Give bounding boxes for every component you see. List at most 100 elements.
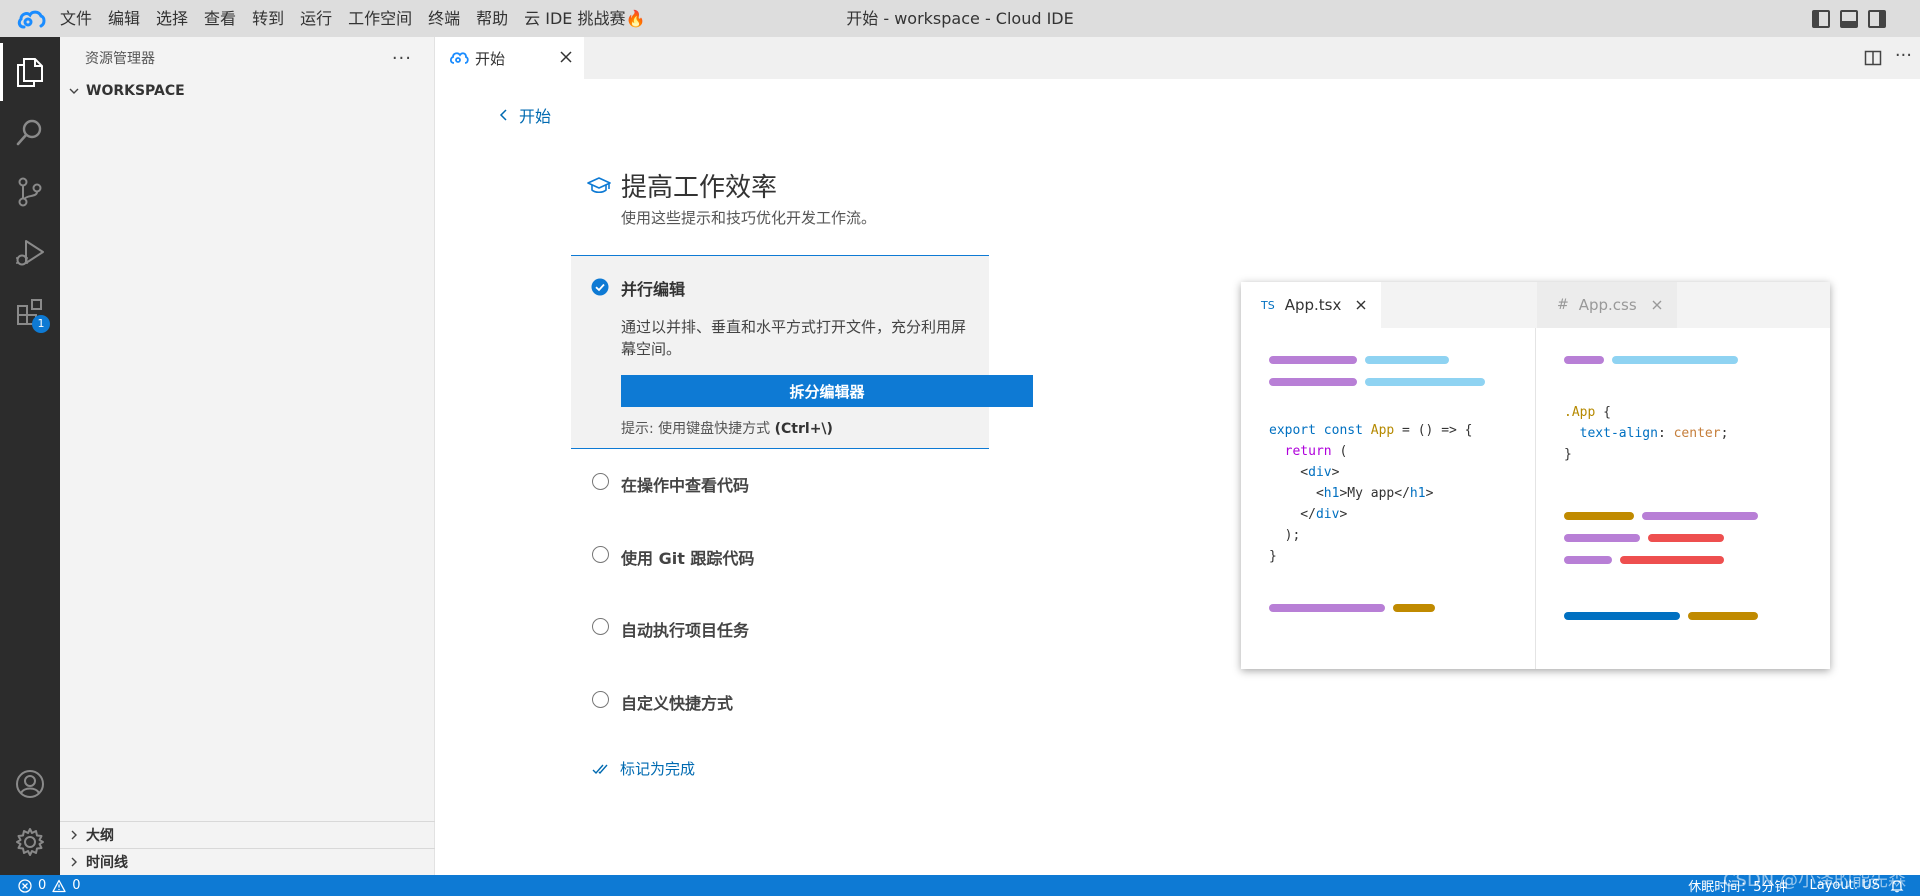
- menu-bar: 文件 编辑 选择 查看 转到 运行 工作空间 终端 帮助 云 IDE 挑战赛🔥: [52, 0, 653, 37]
- tab-welcome[interactable]: 开始: [435, 37, 584, 79]
- css-hash-icon: #: [1557, 297, 1569, 313]
- code-token: return: [1284, 444, 1332, 459]
- code-placeholder-bar: [1688, 612, 1758, 620]
- account-icon[interactable]: [0, 755, 60, 813]
- code-token: (: [1331, 444, 1348, 459]
- typescript-icon: TS: [1261, 298, 1275, 312]
- radio-unchecked-icon: [592, 691, 609, 708]
- code-token: My app: [1347, 486, 1395, 501]
- code-token: = () => {: [1394, 423, 1473, 438]
- sidebar-header: 资源管理器 ···: [60, 37, 434, 79]
- warning-count: 0: [72, 878, 81, 893]
- code-placeholder-bar: [1564, 556, 1612, 564]
- menu-help[interactable]: 帮助: [468, 0, 516, 37]
- step-title: 并行编辑: [621, 280, 686, 299]
- preview-tab-app-css: # App.css: [1537, 282, 1677, 328]
- step-customize-shortcuts[interactable]: 自定义快捷方式: [571, 682, 989, 718]
- code-placeholder-bar: [1564, 534, 1640, 542]
- toggle-primary-sidebar-icon[interactable]: [1812, 9, 1830, 28]
- error-icon: [18, 878, 32, 893]
- code-token: App: [1370, 423, 1395, 438]
- split-editor-button[interactable]: 拆分编辑器: [621, 375, 1033, 407]
- menu-go[interactable]: 转到: [244, 0, 292, 37]
- radio-unchecked-icon: [592, 546, 609, 563]
- code-token: center: [1673, 426, 1721, 441]
- hint-text: 提示: 使用键盘快捷方式: [621, 421, 775, 437]
- workspace-folder-header[interactable]: WORKSPACE: [60, 79, 434, 103]
- code-token: }: [1564, 447, 1572, 462]
- mark-done-label: 标记为完成: [620, 760, 696, 778]
- menu-file[interactable]: 文件: [52, 0, 100, 37]
- close-icon[interactable]: [558, 49, 574, 65]
- code-placeholder-bar: [1564, 356, 1604, 364]
- workspace-label: WORKSPACE: [86, 83, 185, 99]
- sidebar-bottom-sections: 大纲 时间线: [60, 821, 435, 875]
- preview-tab-app-tsx: TS App.tsx: [1241, 282, 1381, 328]
- menu-terminal[interactable]: 终端: [420, 0, 468, 37]
- cloud-ide-logo-icon[interactable]: [10, 0, 52, 37]
- step-automate-tasks[interactable]: 自动执行项目任务: [571, 609, 989, 645]
- cloud-icon: [449, 52, 469, 64]
- run-debug-icon[interactable]: [0, 223, 60, 281]
- code-placeholder-bar: [1393, 604, 1435, 612]
- error-count: 0: [38, 878, 47, 893]
- outline-section-header[interactable]: 大纲: [60, 821, 435, 848]
- sidebar-more-actions-icon[interactable]: ···: [392, 48, 412, 69]
- menu-selection[interactable]: 选择: [148, 0, 196, 37]
- outline-label: 大纲: [86, 828, 114, 844]
- code-placeholder-bar: [1620, 556, 1724, 564]
- explorer-icon[interactable]: [0, 43, 60, 101]
- search-icon[interactable]: [0, 103, 60, 161]
- hint-keys: (Ctrl+\): [774, 421, 833, 437]
- preview-split-divider: [1535, 328, 1536, 669]
- double-check-icon: [592, 764, 608, 774]
- code-placeholder-bar: [1269, 356, 1357, 364]
- settings-gear-icon[interactable]: [0, 813, 60, 871]
- menu-challenge[interactable]: 云 IDE 挑战赛🔥: [516, 0, 653, 37]
- code-placeholder-bar: [1612, 356, 1738, 364]
- code-placeholder-bar: [1564, 512, 1634, 520]
- checkmark-circle-icon: [591, 278, 609, 296]
- toggle-panel-icon[interactable]: [1840, 9, 1858, 28]
- code-placeholder-bar: [1564, 612, 1680, 620]
- step-side-by-side-editing[interactable]: 并行编辑 通过以并排、垂直和水平方式打开文件，充分利用屏幕空间。 拆分编辑器 提…: [571, 255, 1033, 449]
- layout-controls: [1812, 0, 1886, 37]
- extensions-badge: 1: [32, 315, 50, 333]
- walkthrough-heading: 提高工作效率: [587, 167, 777, 204]
- mark-done-link[interactable]: 标记为完成: [592, 758, 695, 779]
- timeline-section-header[interactable]: 时间线: [60, 848, 435, 875]
- problems-indicator[interactable]: 0 0: [18, 878, 81, 893]
- code-placeholder-bar: [1365, 356, 1449, 364]
- tab-welcome-label: 开始: [475, 49, 506, 68]
- toggle-secondary-sidebar-icon[interactable]: [1868, 9, 1886, 28]
- code-token: .App: [1564, 405, 1596, 420]
- step-title: 使用 Git 跟踪代码: [621, 549, 755, 568]
- menu-workspace[interactable]: 工作空间: [340, 0, 420, 37]
- extensions-icon[interactable]: 1: [0, 283, 60, 341]
- menu-view[interactable]: 查看: [196, 0, 244, 37]
- step-description: 通过以并排、垂直和水平方式打开文件，充分利用屏幕空间。: [621, 318, 967, 358]
- explorer-sidebar: 资源管理器 ··· WORKSPACE 大纲 时间线: [60, 37, 435, 875]
- editor-more-actions-icon[interactable]: ···: [1895, 45, 1912, 66]
- split-editor-icon[interactable]: [1864, 49, 1882, 67]
- menu-edit[interactable]: 编辑: [100, 0, 148, 37]
- tsx-code-sample: export const App = () => { return ( <div…: [1269, 423, 1473, 564]
- code-token: export const: [1269, 423, 1363, 438]
- step-git-tracking[interactable]: 使用 Git 跟踪代码: [571, 537, 989, 573]
- step-title: 在操作中查看代码: [621, 476, 750, 495]
- code-token: h1: [1409, 486, 1426, 501]
- csdn-watermark: CSDN @小泽的能先森: [1722, 870, 1906, 891]
- code-token: text-align: [1579, 426, 1658, 441]
- split-editor-preview-image: TS App.tsx # App.css export const App = …: [1241, 282, 1830, 669]
- menu-run[interactable]: 运行: [292, 0, 340, 37]
- page-subtitle: 使用这些提示和技巧优化开发工作流。: [621, 209, 877, 227]
- source-control-icon[interactable]: [0, 163, 60, 221]
- code-token: }: [1269, 549, 1277, 564]
- timeline-label: 时间线: [86, 855, 128, 871]
- step-view-code-in-action[interactable]: 在操作中查看代码: [571, 464, 989, 500]
- code-placeholder-bar: [1648, 534, 1724, 542]
- step-title: 自动执行项目任务: [621, 621, 750, 640]
- warning-icon: [52, 879, 66, 892]
- shortcut-hint: 提示: 使用键盘快捷方式 (Ctrl+\): [621, 418, 833, 438]
- back-to-start-link[interactable]: 开始: [497, 103, 551, 127]
